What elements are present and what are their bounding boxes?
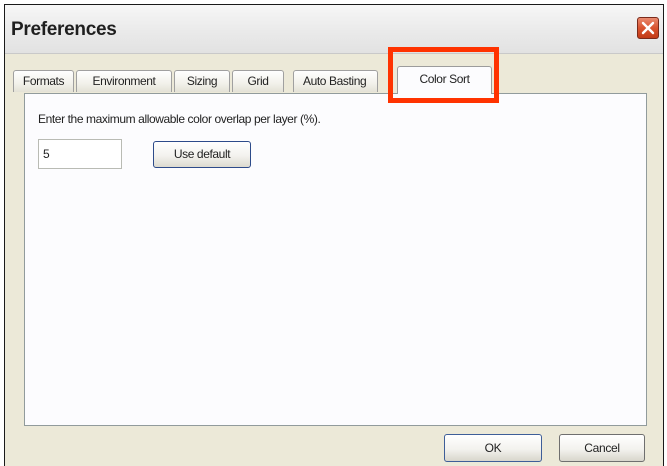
tab-formats[interactable]: Formats [13, 70, 74, 92]
dialog-body: Formats Environment Sizing Grid Auto Bas… [5, 54, 663, 466]
title-bar[interactable]: Preferences [5, 5, 663, 54]
tab-sizing[interactable]: Sizing [174, 70, 230, 92]
tab-auto-basting[interactable]: Auto Basting [293, 70, 378, 92]
preferences-dialog: Preferences Formats Environment Sizing G… [4, 4, 664, 466]
close-button[interactable] [637, 17, 659, 39]
color-sort-tab-highlight [388, 47, 499, 103]
dialog-title: Preferences [11, 19, 117, 40]
color-sort-panel: Enter the maximum allowable color overla… [24, 93, 647, 426]
overlap-percent-input[interactable] [38, 139, 122, 169]
overlap-instruction-label: Enter the maximum allowable color overla… [38, 112, 321, 126]
tab-environment[interactable]: Environment [76, 70, 172, 92]
use-default-button[interactable]: Use default [153, 141, 251, 168]
tab-grid[interactable]: Grid [232, 70, 284, 92]
close-icon [641, 21, 655, 35]
cancel-button[interactable]: Cancel [559, 434, 645, 462]
ok-button[interactable]: OK [444, 434, 542, 462]
